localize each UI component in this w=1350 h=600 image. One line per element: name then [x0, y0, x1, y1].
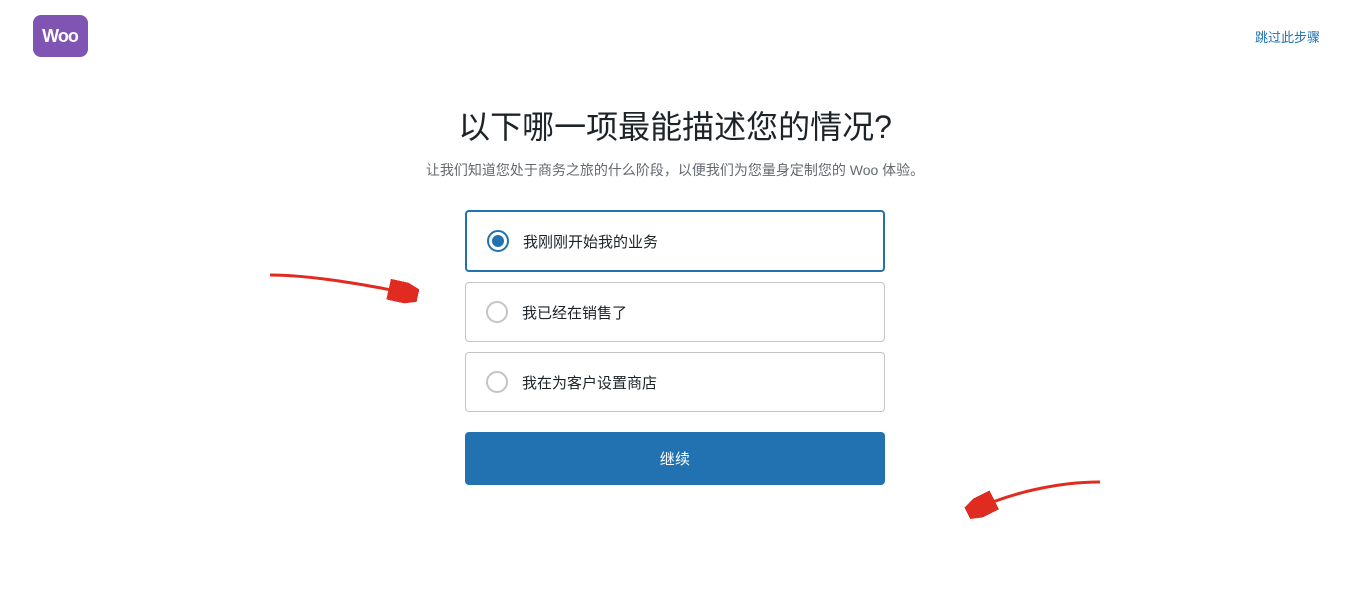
radio-inner-1 — [492, 235, 504, 247]
option-1[interactable]: 我刚刚开始我的业务 — [465, 210, 885, 272]
options-container: 我刚刚开始我的业务 我已经在销售了 我在为客户设置商店 继续 — [465, 210, 885, 485]
header: Woo 跳过此步骤 — [0, 0, 1350, 72]
page-subtitle: 让我们知道您处于商务之旅的什么阶段，以便我们为您量身定制您的 Woo 体验。 — [426, 160, 924, 180]
radio-2 — [486, 301, 508, 323]
option-3[interactable]: 我在为客户设置商店 — [465, 352, 885, 412]
continue-button[interactable]: 继续 — [465, 432, 885, 485]
radio-3 — [486, 371, 508, 393]
option-label-1: 我刚刚开始我的业务 — [523, 231, 658, 252]
radio-1 — [487, 230, 509, 252]
woo-logo: Woo — [30, 12, 90, 60]
logo-text: Woo — [42, 26, 78, 47]
option-label-3: 我在为客户设置商店 — [522, 372, 657, 393]
main-content: 以下哪一项最能描述您的情况? 让我们知道您处于商务之旅的什么阶段，以便我们为您量… — [0, 72, 1350, 485]
option-2[interactable]: 我已经在销售了 — [465, 282, 885, 342]
page-title: 以下哪一项最能描述您的情况? — [458, 102, 892, 148]
option-label-2: 我已经在销售了 — [522, 302, 627, 323]
skip-link[interactable]: 跳过此步骤 — [1255, 27, 1320, 46]
woo-logo-box: Woo — [33, 15, 88, 57]
